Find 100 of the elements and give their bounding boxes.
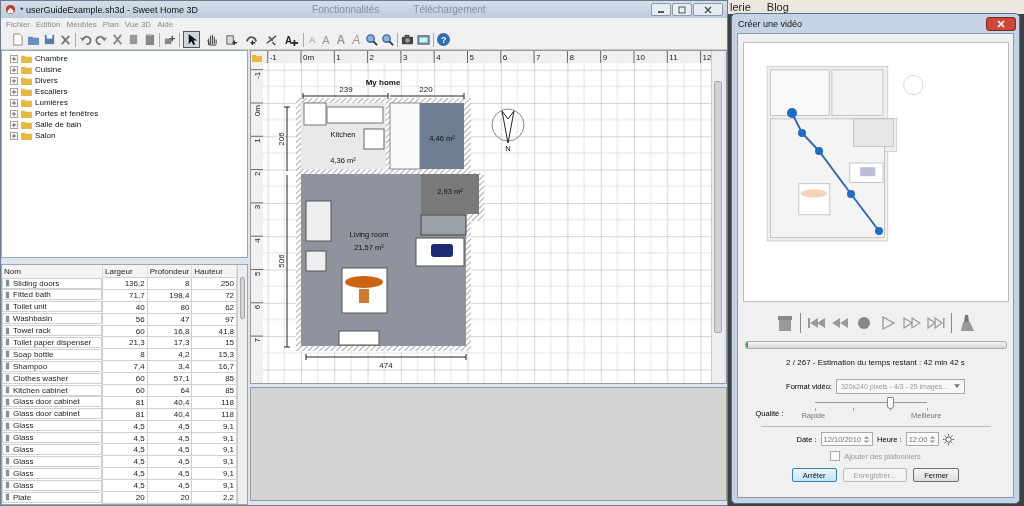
category-label[interactable]: Salon — [35, 131, 56, 140]
table-cell: 118 — [191, 408, 237, 421]
furniture-name: Glass — [13, 480, 34, 490]
ruler-label: 5 — [469, 53, 474, 62]
furniture-name: Glass — [13, 468, 34, 478]
video-icon[interactable] — [417, 33, 431, 46]
table-cell: 16,7 — [191, 360, 237, 373]
expand-toggle-icon[interactable] — [10, 131, 18, 140]
category-label[interactable]: Escaliers — [35, 87, 68, 96]
expand-toggle-icon[interactable] — [10, 54, 18, 63]
column-header[interactable]: Largeur — [102, 265, 148, 278]
website-link[interactable]: Blog — [766, 1, 789, 13]
expand-toggle-icon[interactable] — [10, 76, 18, 85]
expand-toggle-icon[interactable] — [10, 87, 18, 96]
table-cell: 2,2 — [191, 491, 237, 504]
help-button[interactable]: ? — [437, 33, 451, 46]
table-cell: 41,8 — [191, 325, 237, 337]
table-cell: 21,3 — [102, 336, 148, 349]
expand-toggle-icon[interactable] — [10, 65, 18, 74]
ruler-label: 9 — [602, 53, 608, 62]
dimension-label: 474 — [379, 361, 393, 370]
table-cell: 8 — [102, 348, 148, 361]
ruler-label: 4 — [253, 238, 262, 243]
fast-forward-icon[interactable] — [902, 314, 921, 332]
cut-icon[interactable] — [111, 33, 124, 46]
category-label[interactable]: Cuisine — [35, 65, 62, 74]
save-icon[interactable] — [43, 33, 56, 46]
quality-slider[interactable] — [815, 397, 928, 411]
close-button[interactable] — [986, 16, 1016, 31]
table-cell: 71,7 — [102, 289, 148, 302]
ruler-label: 12 — [702, 53, 711, 62]
sun-icon[interactable] — [943, 433, 955, 445]
add-furniture-icon[interactable] — [163, 33, 176, 46]
ruler-label: 8 — [569, 53, 574, 62]
folder-icon — [21, 54, 32, 63]
category-label[interactable]: Salle de bain — [35, 120, 82, 129]
furniture-name: Toilet paper dispenser — [13, 337, 92, 347]
undo-icon[interactable] — [79, 33, 92, 46]
scrollbar[interactable] — [711, 51, 724, 383]
expand-toggle-icon[interactable] — [10, 120, 18, 129]
spinner-arrows-icon[interactable] — [929, 433, 937, 445]
ruler-label: 11 — [669, 53, 678, 62]
close-button[interactable] — [693, 3, 723, 16]
furniture-name: Washbasin — [13, 314, 53, 324]
new-file-icon[interactable] — [11, 33, 24, 46]
zoom-out-icon[interactable] — [381, 33, 395, 46]
ruler-label: 0m — [303, 53, 315, 62]
table-cell: 7,4 — [102, 360, 148, 373]
table-cell: 15 — [191, 336, 237, 349]
table-cell: 4,2 — [147, 348, 192, 361]
expand-toggle-icon[interactable] — [10, 109, 18, 118]
minimize-button[interactable] — [651, 3, 671, 16]
furniture-name: Kitchen cabinet — [13, 385, 68, 395]
table-cell: 4,5 — [147, 455, 192, 468]
folder-icon — [21, 76, 32, 85]
folder-icon — [252, 55, 262, 62]
copy-icon[interactable] — [127, 33, 140, 46]
furniture-name: Glass — [13, 421, 34, 431]
table-cell: 4,5 — [102, 420, 148, 433]
table-cell: 20 — [147, 491, 192, 504]
table-cell: 4,5 — [102, 443, 148, 456]
paste-icon[interactable] — [143, 33, 156, 46]
category-label[interactable]: Divers — [35, 76, 58, 85]
category-label[interactable]: Chambre — [35, 54, 68, 63]
dimension-label: 506 — [277, 254, 286, 268]
add-text-button[interactable]: A — [283, 32, 301, 47]
zoom-in-icon[interactable] — [365, 33, 379, 46]
table-cell: 198,4 — [147, 289, 192, 302]
furniture-name: Sliding doors — [13, 278, 60, 288]
website-link[interactable]: lerie — [730, 1, 751, 13]
scrollbar[interactable] — [237, 265, 247, 504]
table-cell: 3,4 — [147, 360, 192, 373]
redo-icon[interactable] — [95, 33, 108, 46]
table-cell: 4,5 — [102, 467, 148, 480]
ruler-label: 5 — [253, 271, 262, 276]
skip-end-icon[interactable] — [926, 314, 945, 332]
ruler-label: 7 — [253, 338, 262, 343]
table-cell: 40,4 — [147, 408, 192, 421]
maximize-icon — [677, 5, 687, 14]
table-cell: 62 — [191, 301, 237, 314]
furniture-name: Soap bottle — [13, 349, 54, 359]
column-header[interactable]: Hauteur — [191, 265, 237, 278]
spinner-arrows-icon[interactable] — [863, 433, 871, 445]
category-label[interactable]: Lumières — [35, 98, 68, 107]
ruler-label: 6 — [253, 304, 262, 310]
view-3d-panel[interactable] — [250, 387, 727, 501]
furniture-name: Towel rack — [13, 326, 51, 336]
bin-icon[interactable] — [775, 314, 794, 332]
table-cell: 4,5 — [102, 455, 148, 468]
camera-icon[interactable] — [401, 33, 415, 46]
column-header[interactable]: Profondeur — [147, 265, 192, 278]
table-cell: 20 — [102, 491, 148, 504]
column-header[interactable]: Nom — [2, 265, 103, 278]
ruler-label: 4 — [436, 53, 441, 62]
table-cell: 9,1 — [191, 455, 237, 468]
folder-icon — [21, 131, 32, 140]
expand-toggle-icon[interactable] — [10, 98, 18, 107]
table-cell: 4,5 — [147, 432, 192, 444]
table-cell: 85 — [191, 372, 237, 385]
category-label[interactable]: Portes et fenêtres — [35, 109, 99, 118]
